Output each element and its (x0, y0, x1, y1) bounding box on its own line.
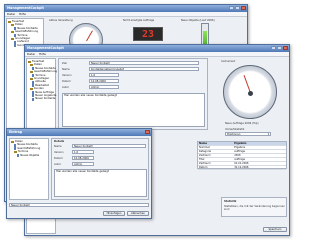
version-field[interactable]: 1.0 (72, 150, 94, 154)
folder-icon (30, 87, 33, 91)
description-area[interactable]: Hier werden alle neuen Kontakte gezeigt (62, 93, 205, 127)
menu-help[interactable]: Hilfe (39, 52, 46, 56)
instrument-caption: Instrument (221, 60, 236, 63)
document-icon (14, 143, 17, 147)
folder-icon (11, 140, 14, 143)
form-label: Name (62, 68, 70, 71)
dialog-form: Details Name Neuer Kontakt Version 1.0 D… (51, 138, 149, 200)
close-button[interactable] (145, 130, 150, 134)
title-field[interactable]: Kontaktangaben/Angebot (89, 67, 199, 71)
entry-name-input[interactable]: Neuer Kontakt (9, 203, 149, 207)
name-field[interactable]: Neuer Kontakt (72, 144, 146, 148)
form-label: Ziel (62, 62, 67, 65)
form-label: Version (62, 74, 72, 77)
folder-icon (28, 60, 31, 63)
menu-file[interactable]: Datei (7, 12, 15, 16)
description-area[interactable]: Hier werden alle neuen Kontakte gezeigt (54, 169, 147, 197)
document-icon (17, 153, 20, 157)
gauge-caption: Neue Aufträge 2006 (Top) (225, 122, 259, 125)
minimize-button[interactable] (229, 6, 234, 10)
add-button[interactable]: Hinzufügen (103, 211, 125, 216)
speed-gauge (223, 65, 277, 119)
document-icon (14, 44, 17, 47)
back-window-titlebar[interactable]: ManagementCockpit (5, 5, 247, 12)
window-title: ManagementCockpit (27, 46, 64, 50)
folder-icon (11, 30, 14, 34)
dialog-title: Eintrag (9, 130, 23, 134)
form-label: Autor (54, 163, 62, 166)
form-header: Details (54, 140, 65, 143)
save-button[interactable]: Speichern (263, 227, 287, 232)
chevron-down-icon: ▾ (267, 133, 269, 136)
form-label: Datum (54, 157, 63, 160)
date-field[interactable]: 10.08.2006 (89, 79, 119, 83)
dialog-tree-panel: Daten Neues Kontakte Geschäftsführung Te… (9, 138, 49, 200)
gauge-right-caption: Neue Objekte (Lauf 2006) (181, 19, 215, 22)
document-icon (14, 147, 17, 150)
gauge-needle (86, 30, 93, 42)
menu-file[interactable]: Datei (27, 52, 35, 56)
folder-icon (14, 150, 17, 154)
folder-icon (8, 20, 11, 23)
maximize-button[interactable] (277, 46, 282, 50)
document-icon (32, 97, 35, 101)
menubar: Datei Hilfe (25, 52, 289, 57)
folder-icon (11, 37, 14, 40)
window-title: ManagementCockpit (7, 6, 44, 10)
status-title: Statistik (224, 200, 237, 203)
form-label: Name (54, 145, 62, 148)
cancel-button[interactable]: Abbrechen (127, 211, 149, 216)
dialog-titlebar[interactable]: Eintrag (7, 129, 151, 136)
dropdown-label: Vorlaufstatistik (225, 128, 245, 131)
status-text: Statistiken, die mit der Veränderung beg… (224, 205, 285, 211)
menubar: Datei Hilfe (5, 12, 247, 17)
author-field[interactable]: Admin (72, 162, 94, 166)
form-label: Version (54, 151, 64, 154)
table-row[interactable]: Datum 31.12.2006 (198, 166, 286, 170)
document-icon (32, 80, 35, 84)
minimize-button[interactable] (271, 46, 276, 50)
digital-display: 23 (133, 27, 163, 41)
menu-help[interactable]: Hilfe (19, 12, 26, 16)
date-field[interactable]: 10.08.2006 (72, 156, 94, 160)
author-field[interactable]: Admin (89, 85, 119, 89)
form-label: Autor (62, 86, 70, 89)
document-icon (14, 40, 17, 44)
status-panel: Statistik Statistiken, die mit der Verän… (221, 197, 287, 217)
version-field[interactable]: 1.0 (89, 73, 119, 77)
property-grid: Name Ergebnis Nummer Ergebnis Kategorie Auf… (197, 141, 287, 170)
gauge-center-caption: Nicht erledigte Aufträge (123, 19, 155, 22)
name-field[interactable]: Neuer Kontakt (89, 61, 199, 65)
detail-form: Ziel Neuer Kontakt Name Kontaktangaben/A… (58, 58, 208, 130)
tree-item[interactable]: Neuer Kontakte (28, 97, 57, 101)
tree-item[interactable]: Neues Objekte (11, 154, 40, 157)
close-button[interactable] (241, 6, 246, 10)
document-icon (32, 90, 35, 94)
close-button[interactable] (283, 46, 288, 50)
entry-dialog: Eintrag Daten Neues Kontakte Geschäftsfü… (6, 128, 152, 219)
maximize-button[interactable] (235, 6, 240, 10)
form-label: Datum (62, 80, 71, 83)
folder-icon (11, 23, 14, 27)
folder-icon (30, 77, 33, 80)
document-icon (32, 94, 35, 98)
folder-icon (30, 63, 33, 67)
folder-icon (30, 70, 33, 74)
statistics-dropdown[interactable]: Positionen ▾ (225, 132, 271, 136)
gauge-left-caption: Aktive Verwaltung (49, 19, 73, 22)
middle-window-titlebar[interactable]: ManagementCockpit (25, 45, 289, 52)
